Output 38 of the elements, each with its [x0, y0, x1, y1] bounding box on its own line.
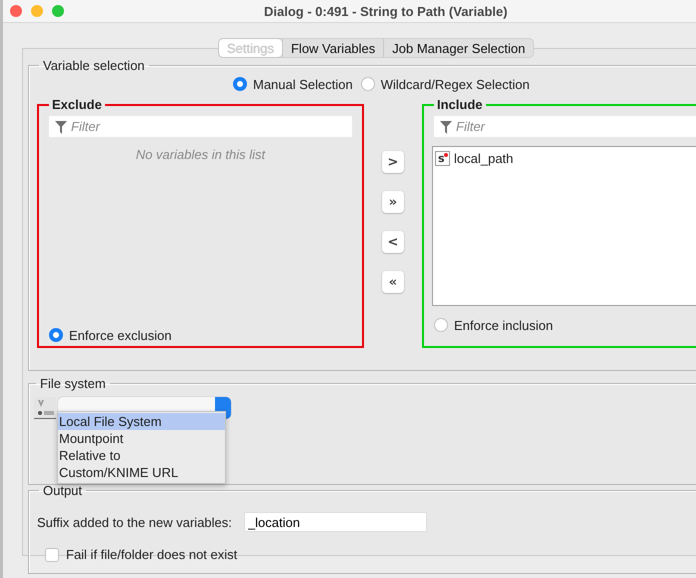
menu-item[interactable]: Custom/KNIME URL — [58, 464, 225, 481]
radio-button[interactable] — [434, 318, 448, 332]
group-title: File system — [39, 376, 107, 391]
filter-icon — [55, 120, 67, 134]
radio-button[interactable] — [360, 77, 375, 91]
radio-button[interactable] — [233, 77, 247, 91]
window-title: Dialog - 0:491 - String to Path (Variable) — [264, 4, 508, 18]
menu-item[interactable]: Local File System — [58, 413, 225, 430]
group-title: Exclude — [51, 97, 103, 112]
filter-field[interactable]: Filter — [71, 116, 352, 137]
filter-field[interactable]: Filter — [456, 116, 696, 137]
zoom-button[interactable] — [52, 5, 64, 17]
move-button[interactable]: < — [382, 231, 404, 253]
string-type-icon: s — [435, 151, 450, 166]
group-title: Variable selection — [42, 58, 146, 73]
field-label: Suffix added to the new variables: — [37, 514, 232, 530]
menu-item[interactable]: Mountpoint — [58, 430, 225, 447]
move-button[interactable]: » — [382, 191, 404, 213]
suffix-field[interactable]: _location — [244, 512, 427, 532]
menu-item[interactable]: Relative to — [58, 447, 225, 464]
move-button[interactable]: > — [382, 151, 404, 173]
radio-button[interactable] — [49, 328, 63, 342]
group-title: Output — [42, 483, 84, 498]
radio-label: Enforce exclusion — [69, 328, 172, 342]
group-title: Include — [436, 97, 484, 112]
filter-icon — [440, 120, 452, 134]
tab[interactable]: Flow Variables — [282, 39, 384, 57]
file-system-icon — [34, 397, 56, 419]
minimize-button[interactable] — [31, 5, 43, 17]
radio-label: Manual Selection — [253, 76, 353, 92]
checkbox-label: Fail if file/folder does not exist — [66, 547, 238, 562]
checkbox[interactable] — [45, 548, 59, 562]
empty-message: No variables in this list — [134, 147, 266, 162]
radio-label: Wildcard/Regex Selection — [380, 76, 530, 92]
close-button[interactable] — [10, 5, 22, 17]
list-item[interactable]: local_path — [454, 151, 514, 166]
radio-label: Enforce inclusion — [454, 318, 553, 332]
move-button[interactable]: « — [382, 271, 404, 293]
